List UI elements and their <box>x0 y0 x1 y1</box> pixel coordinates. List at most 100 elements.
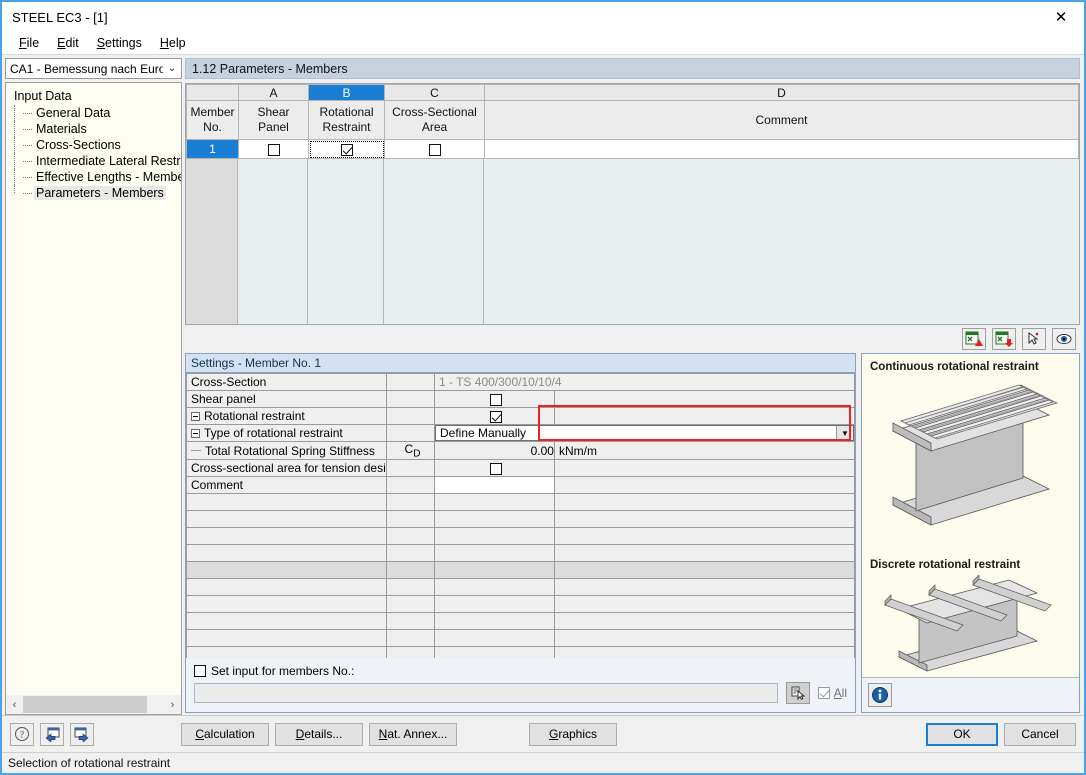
settings-value-rotational-restraint[interactable] <box>434 408 554 425</box>
col-letter-b[interactable]: B <box>309 85 385 101</box>
nat-annex-button[interactable]: Nat. Annex... <box>369 723 457 746</box>
design-case-combobox[interactable]: CA1 - Bemessung nach Eurocod ⌄ <box>5 58 182 79</box>
empty-cell <box>434 613 554 630</box>
sidebar-item-effective-lengths-members[interactable]: Effective Lengths - Members <box>12 169 181 185</box>
tree-root-input-data[interactable]: Input Data <box>12 88 181 105</box>
type-of-rotational-restraint-dropdown[interactable]: Define Manually ▼ <box>435 425 854 441</box>
empty-cell <box>554 545 854 562</box>
col-letter-c[interactable]: C <box>385 85 485 101</box>
rotational-restraint-settings-checkbox[interactable] <box>490 411 502 423</box>
settings-row-total-rotational-spring-stiffness[interactable]: Total Rotational Spring Stiffness CD 0.0… <box>187 442 855 460</box>
members-table: A B C D Member No. Shear Panel <box>185 83 1080 325</box>
sidebar-item-cross-sections[interactable]: Cross-Sections <box>12 137 181 153</box>
empty-cell <box>554 562 854 579</box>
settings-value-cross-sectional-area-tension[interactable] <box>434 460 554 477</box>
cell-cross-sectional-area[interactable] <box>385 140 485 159</box>
scroll-right-icon[interactable]: › <box>164 695 181 714</box>
chevron-down-icon[interactable]: ⌄ <box>163 63 181 74</box>
details-button[interactable]: Details... <box>275 723 363 746</box>
pick-members-icon[interactable] <box>786 682 810 704</box>
settings-row-cross-sectional-area-tension[interactable]: Cross-sectional area for tension design <box>187 460 855 477</box>
close-icon[interactable]: ✕ <box>1038 2 1084 32</box>
pick-in-model-icon[interactable] <box>1022 328 1046 350</box>
settings-value-total-rotational-spring-stiffness[interactable]: 0.00 <box>434 442 554 460</box>
illustration-panel: Continuous rotational restraint <box>861 353 1080 713</box>
tree-branch-icon <box>23 193 32 194</box>
tree-branch-icon <box>23 177 32 178</box>
sidebar-item-label: General Data <box>34 106 112 120</box>
chevron-down-icon[interactable]: ▼ <box>836 426 853 440</box>
settings-unit-comment[interactable] <box>554 477 854 494</box>
settings-value-comment[interactable] <box>434 477 554 494</box>
view-mode-icon[interactable] <box>1052 328 1076 350</box>
settings-row-shear-panel[interactable]: Shear panel <box>187 391 855 408</box>
rotational-restraint-checkbox[interactable] <box>341 144 353 156</box>
cell-comment[interactable] <box>485 140 1079 159</box>
header-line: Cross-Sectional <box>385 105 484 120</box>
discrete-rotational-restraint-image <box>870 575 1071 677</box>
shear-panel-checkbox[interactable] <box>268 144 280 156</box>
all-checkbox[interactable] <box>818 687 830 699</box>
menu-item-edit[interactable]: Edit <box>48 34 88 52</box>
button-mnemonic: G <box>549 727 558 741</box>
cancel-button[interactable]: Cancel <box>1004 723 1076 746</box>
empty-cell <box>434 596 554 613</box>
column-letter-row: A B C D <box>187 85 1079 101</box>
settings-grid: Cross-Section 1 - TS 400/300/10/10/4 She… <box>186 372 855 658</box>
settings-row-cross-section[interactable]: Cross-Section 1 - TS 400/300/10/10/4 <box>187 374 855 391</box>
settings-value-type-of-rotational-restraint[interactable]: Define Manually ▼ <box>434 425 854 442</box>
scrollbar-track[interactable] <box>23 695 164 714</box>
empty-cell <box>386 494 434 511</box>
settings-row-rotational-restraint[interactable]: Rotational restraint <box>187 408 855 425</box>
set-input-row[interactable]: Set input for members No.: <box>194 664 847 678</box>
settings-row-comment[interactable]: Comment <box>187 477 855 494</box>
help-icon[interactable]: ? <box>10 723 34 746</box>
cell-rotational-restraint[interactable] <box>309 140 385 159</box>
navigator-horizontal-scrollbar[interactable]: ‹ › <box>5 695 182 715</box>
previous-window-icon[interactable] <box>40 723 64 746</box>
next-window-icon[interactable] <box>70 723 94 746</box>
cell-shear-panel[interactable] <box>239 140 309 159</box>
table-row[interactable]: 1 <box>187 140 1079 159</box>
settings-label-cross-section: Cross-Section <box>187 374 387 391</box>
header-line: Area <box>385 120 484 135</box>
graphics-button[interactable]: Graphics <box>529 723 617 746</box>
settings-row-type-of-rotational-restraint[interactable]: Type of rotational restraint Define Manu… <box>187 425 855 442</box>
set-input-checkbox[interactable] <box>194 665 206 677</box>
ok-button[interactable]: OK <box>926 723 998 746</box>
sidebar-item-intermediate-lateral-restraints[interactable]: Intermediate Lateral Restraints <box>12 153 181 169</box>
export-to-excel-up-icon[interactable] <box>962 328 986 350</box>
cross-sectional-area-tension-checkbox[interactable] <box>490 463 502 475</box>
scroll-left-icon[interactable]: ‹ <box>6 695 23 714</box>
tree-branch-icon <box>23 145 32 146</box>
menu-item-help[interactable]: Help <box>151 34 195 52</box>
col-letter-d[interactable]: D <box>485 85 1079 101</box>
set-input-members-field[interactable] <box>194 683 778 703</box>
sidebar-item-general-data[interactable]: General Data <box>12 105 181 121</box>
settings-symbol-rotational-restraint <box>386 408 434 425</box>
menu-item-file[interactable]: File <box>10 34 48 52</box>
sidebar-item-parameters-members[interactable]: Parameters - Members <box>12 185 181 201</box>
scrollbar-thumb[interactable] <box>23 696 147 713</box>
collapse-expander-icon[interactable] <box>191 429 200 438</box>
cross-sectional-area-checkbox[interactable] <box>429 144 441 156</box>
empty-cell <box>386 647 434 658</box>
settings-value-shear-panel[interactable] <box>434 391 554 408</box>
settings-value-cross-section[interactable]: 1 - TS 400/300/10/10/4 <box>434 374 854 391</box>
empty-cell <box>187 647 387 658</box>
main-body: CA1 - Bemessung nach Eurocod ⌄ Input Dat… <box>2 55 1084 715</box>
menu-item-settings[interactable]: Settings <box>88 34 151 52</box>
row-number-cell[interactable]: 1 <box>187 140 239 159</box>
collapse-expander-icon[interactable] <box>191 412 200 421</box>
info-icon[interactable] <box>868 683 892 707</box>
calculation-button[interactable]: Calculation <box>181 723 269 746</box>
col-letter-a[interactable]: A <box>239 85 309 101</box>
import-from-excel-down-icon[interactable] <box>992 328 1016 350</box>
empty-cell <box>187 562 387 579</box>
settings-label-type-of-rotational-restraint: Type of rotational restraint <box>187 425 387 442</box>
tree-branch-icon <box>23 161 32 162</box>
shear-panel-settings-checkbox[interactable] <box>490 394 502 406</box>
all-checkbox-group[interactable]: All <box>818 686 847 700</box>
sidebar-item-materials[interactable]: Materials <box>12 121 181 137</box>
application-window: STEEL EC3 - [1] ✕ File Edit Settings Hel… <box>0 0 1086 775</box>
